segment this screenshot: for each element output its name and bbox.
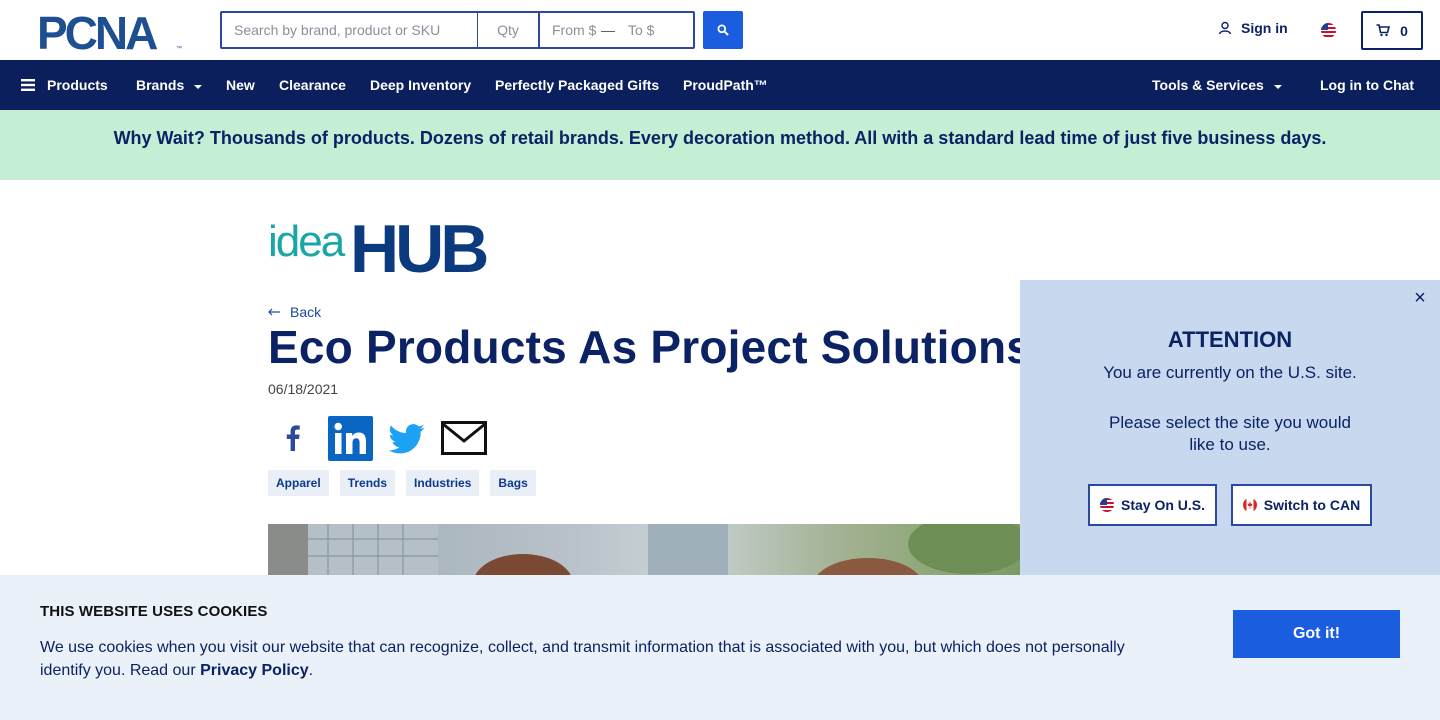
tag-bags[interactable]: Bags — [490, 470, 536, 496]
cart-count: 0 — [1400, 22, 1408, 39]
tag-trends[interactable]: Trends — [339, 470, 396, 496]
attention-title: ATTENTION — [1167, 327, 1293, 352]
cookie-banner: THIS WEBSITE USES COOKIES We use cookies… — [0, 575, 1440, 720]
site-selector-modal: × ATTENTION You are currently on the U.S… — [1020, 280, 1440, 580]
stay-us-label: Stay On U.S. — [1120, 497, 1206, 513]
switch-can-label: Switch to CAN — [1263, 497, 1361, 513]
arrow-left-icon — [268, 308, 280, 316]
cookie-text: We use cookies when you visit our websit… — [40, 636, 1160, 682]
svg-text:™: ™ — [176, 45, 182, 52]
nav-tools[interactable]: Tools & Services — [1152, 60, 1282, 110]
cart-button[interactable]: 0 — [1361, 11, 1423, 50]
price-from-input[interactable] — [540, 13, 600, 47]
cart-icon — [1376, 24, 1391, 37]
article-date: 06/18/2021 — [268, 381, 339, 397]
svg-text:HUB: HUB — [350, 213, 487, 275]
close-icon[interactable]: × — [1410, 288, 1430, 308]
user-icon — [1218, 21, 1232, 35]
pcna-logo[interactable]: PCNA ™ — [37, 12, 185, 52]
nav-chat[interactable]: Log in to Chat — [1320, 60, 1414, 110]
privacy-policy-link[interactable]: Privacy Policy — [200, 662, 309, 679]
email-icon[interactable] — [441, 421, 487, 455]
promo-banner: Why Wait? Thousands of products. Dozens … — [0, 110, 1440, 180]
nav-tools-label: Tools & Services — [1152, 77, 1264, 93]
nav-products[interactable]: Products — [21, 60, 108, 110]
back-link[interactable]: Back — [268, 304, 321, 320]
switch-can-button[interactable]: Switch to CAN — [1231, 484, 1372, 526]
nav-clearance[interactable]: Clearance — [279, 60, 346, 110]
search-button[interactable] — [703, 11, 743, 49]
chevron-down-icon — [194, 84, 203, 89]
nav-deep-inventory[interactable]: Deep Inventory — [370, 60, 471, 110]
us-flag-icon[interactable] — [1321, 23, 1336, 38]
attention-message: You are currently on the U.S. site. — [1103, 363, 1357, 382]
signin-label: Sign in — [1241, 20, 1288, 36]
article-title: Eco Products As Project Solutions — [268, 321, 1033, 373]
cookie-period: . — [308, 662, 314, 679]
tag-apparel[interactable]: Apparel — [268, 470, 329, 496]
search-icon — [717, 24, 729, 36]
cookie-title: THIS WEBSITE USES COOKIES — [40, 603, 268, 620]
tag-list: Apparel Trends Industries Bags — [268, 470, 536, 496]
attention-prompt: Please select the site you would like to… — [1109, 413, 1351, 454]
us-flag-icon — [1099, 498, 1114, 512]
search-bar: — — [220, 11, 695, 49]
nav-proudpath[interactable]: ProudPath™ — [683, 60, 768, 110]
chevron-down-icon — [1273, 84, 1282, 89]
svg-text:idea: idea — [268, 217, 346, 266]
nav-new[interactable]: New — [226, 60, 255, 110]
banner-text: Why Wait? Thousands of products. Dozens … — [113, 127, 1327, 148]
hamburger-icon — [21, 79, 35, 91]
site-header: PCNA ™ — Sign in — [0, 0, 1440, 60]
stay-us-button[interactable]: Stay On U.S. — [1088, 484, 1217, 526]
price-to-input[interactable] — [616, 13, 686, 47]
ideahub-logo: idea HUB — [268, 213, 491, 275]
facebook-icon[interactable] — [282, 415, 304, 461]
twitter-icon[interactable] — [389, 424, 425, 454]
nav-brands[interactable]: Brands — [136, 60, 203, 110]
canada-flag-icon — [1242, 498, 1257, 512]
main-nav: Products Brands New Clearance Deep Inven… — [0, 60, 1440, 110]
linkedin-icon[interactable] — [328, 416, 373, 461]
tag-industries[interactable]: Industries — [406, 470, 480, 496]
logo-text: PCNA — [37, 12, 157, 52]
nav-brands-label: Brands — [136, 77, 185, 93]
qty-input[interactable] — [478, 13, 540, 47]
nav-products-label: Products — [47, 77, 108, 93]
signin-link[interactable]: Sign in — [1218, 20, 1288, 36]
search-input[interactable] — [222, 13, 478, 47]
price-separator: — — [601, 22, 615, 38]
back-label: Back — [290, 304, 322, 320]
cookie-accept-button[interactable]: Got it! — [1233, 610, 1400, 658]
nav-gifts[interactable]: Perfectly Packaged Gifts — [495, 60, 659, 110]
